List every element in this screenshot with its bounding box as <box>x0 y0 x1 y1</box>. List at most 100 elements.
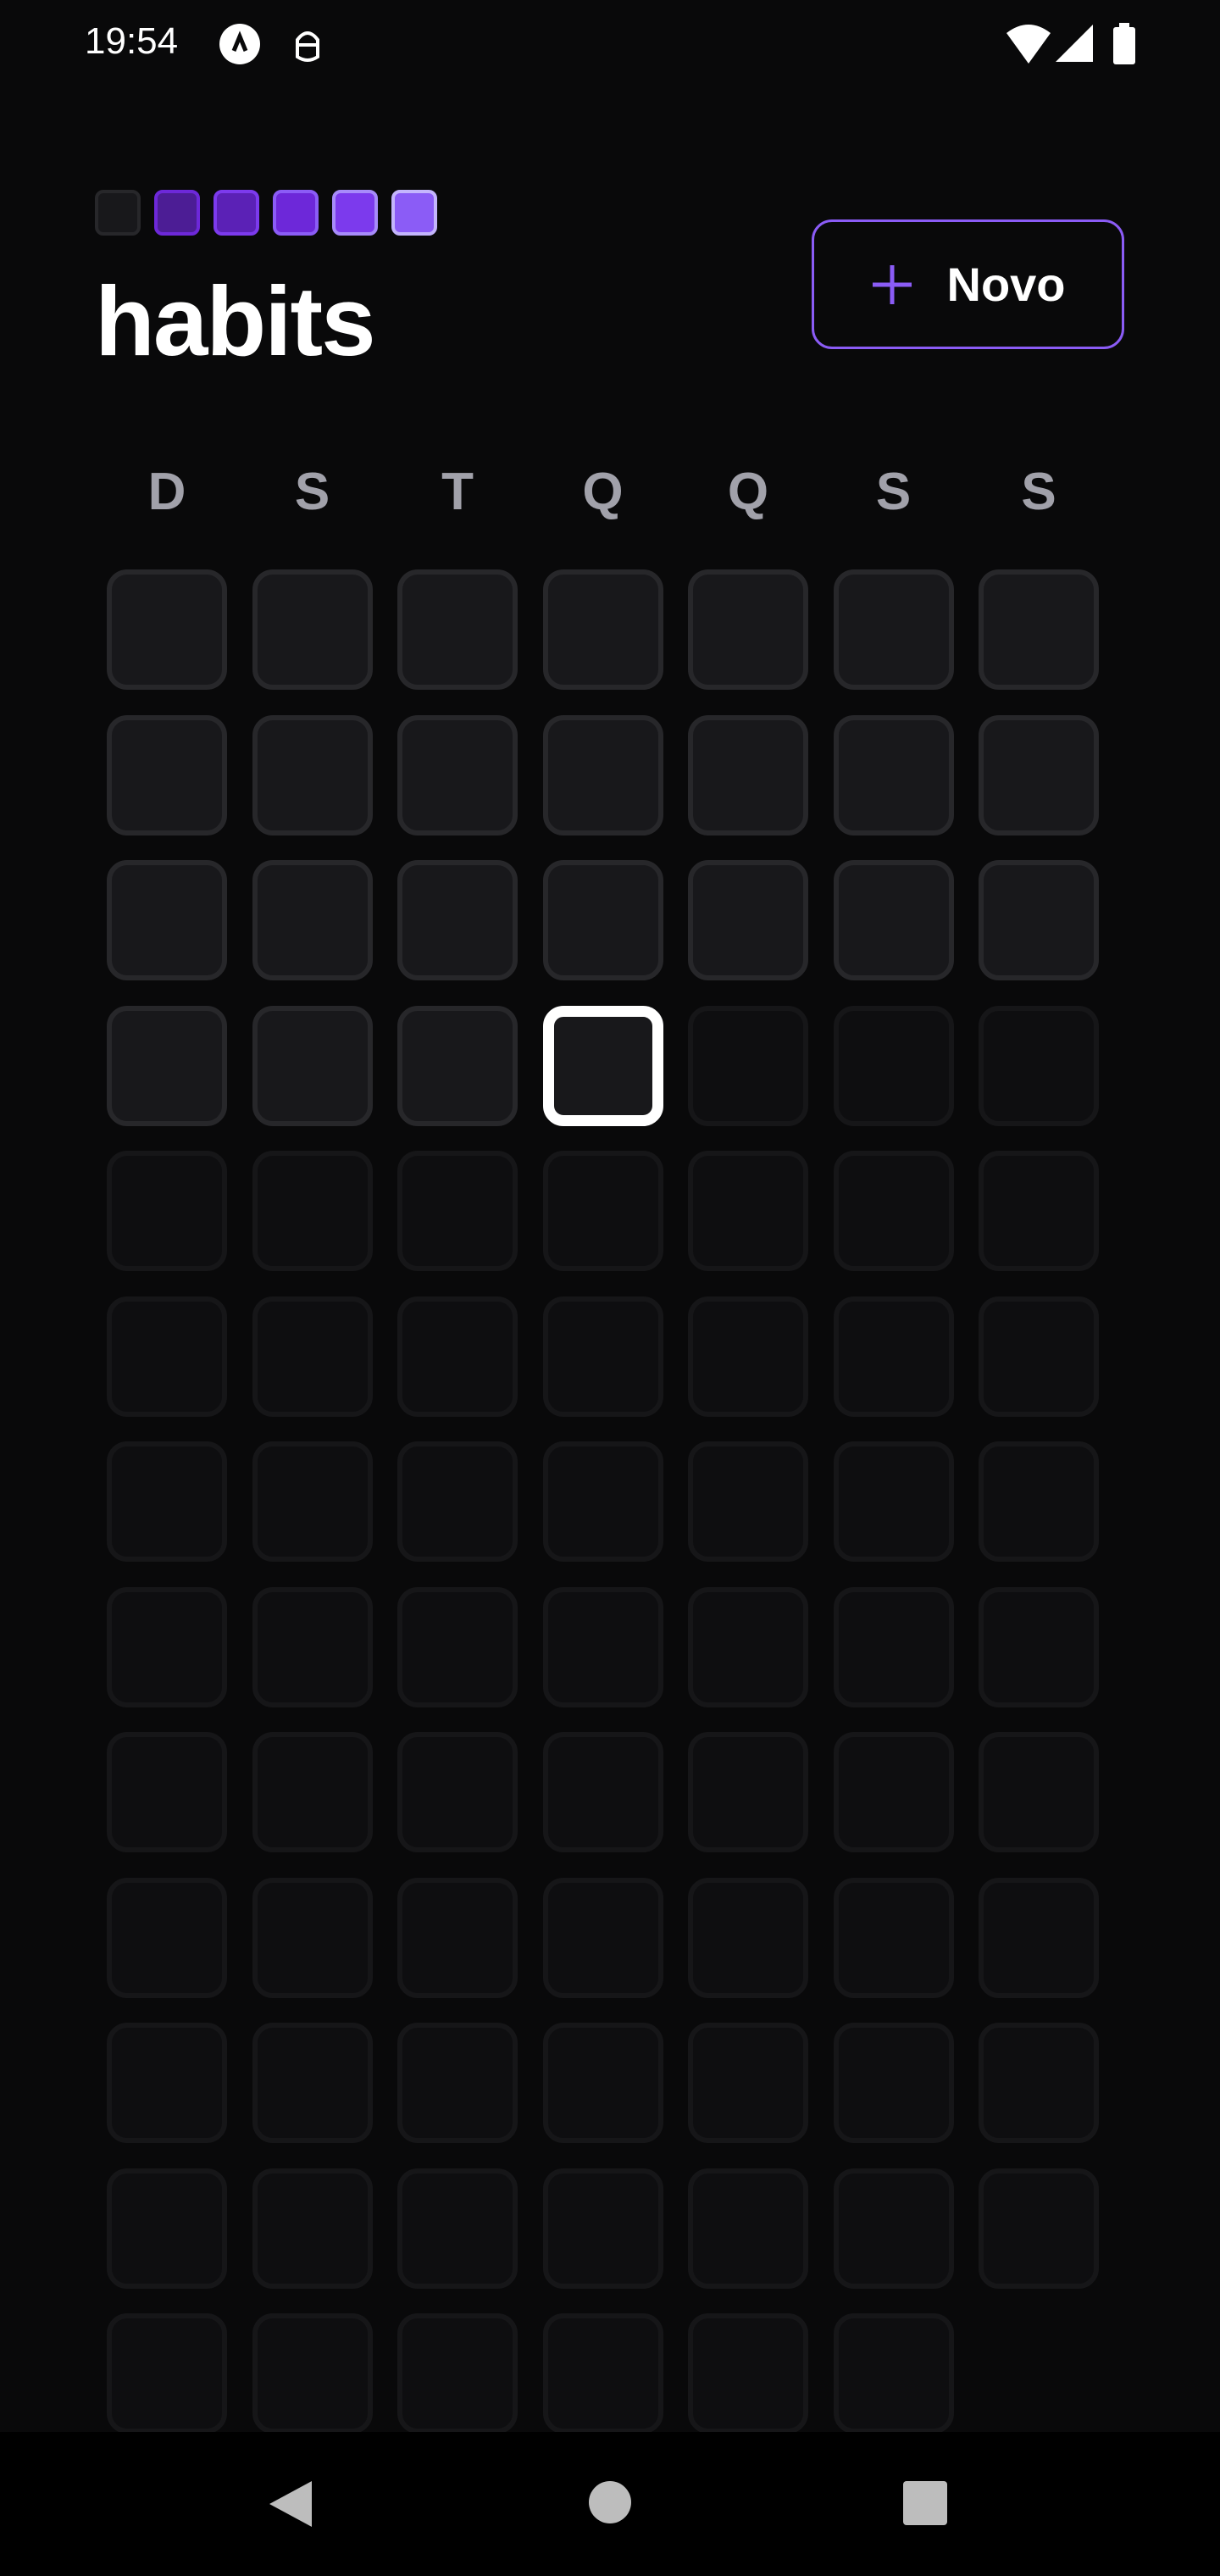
habit-day[interactable] <box>542 569 663 690</box>
habit-day[interactable] <box>542 1151 663 1271</box>
habit-day[interactable] <box>542 1732 663 1852</box>
habit-day[interactable] <box>397 1151 518 1271</box>
new-habit-button[interactable]: Novo <box>812 219 1124 349</box>
habit-day[interactable] <box>107 2023 227 2143</box>
habit-day[interactable] <box>542 1586 663 1707</box>
habit-day[interactable] <box>252 1005 373 1126</box>
habit-day[interactable] <box>688 2023 808 2143</box>
habit-day[interactable] <box>252 569 373 690</box>
legend-swatch <box>332 190 378 236</box>
habit-day[interactable] <box>688 1005 808 1126</box>
habit-day[interactable] <box>833 569 954 690</box>
habit-day[interactable] <box>107 2313 227 2434</box>
habit-day[interactable] <box>252 1732 373 1852</box>
habit-day[interactable] <box>542 860 663 980</box>
habit-day[interactable] <box>107 569 227 690</box>
habit-day[interactable] <box>252 2313 373 2434</box>
status-time: 19:54 <box>85 20 179 62</box>
habit-day[interactable] <box>107 714 227 836</box>
habit-day[interactable] <box>833 1441 954 1562</box>
habit-day[interactable] <box>397 2023 518 2143</box>
habit-day[interactable] <box>107 1296 227 1417</box>
habit-day[interactable] <box>397 1732 518 1852</box>
habit-day[interactable] <box>833 860 954 980</box>
habit-day[interactable] <box>107 1151 227 1271</box>
habit-day[interactable] <box>688 860 808 980</box>
habit-day[interactable] <box>397 714 518 836</box>
habit-day[interactable] <box>833 1877 954 1998</box>
habit-day[interactable] <box>979 1151 1099 1271</box>
habit-day[interactable] <box>252 1296 373 1417</box>
habit-day[interactable] <box>688 2313 808 2434</box>
habit-day[interactable] <box>979 1732 1099 1852</box>
habit-day[interactable] <box>688 2168 808 2289</box>
habit-day[interactable] <box>542 2168 663 2289</box>
habit-day[interactable] <box>397 1877 518 1998</box>
habit-day[interactable] <box>979 1586 1099 1707</box>
back-icon[interactable] <box>268 2479 313 2533</box>
habit-day[interactable] <box>542 1296 663 1417</box>
habit-day[interactable] <box>688 569 808 690</box>
habit-day[interactable] <box>979 860 1099 980</box>
habit-day[interactable] <box>252 2023 373 2143</box>
habit-day[interactable] <box>833 1586 954 1707</box>
habit-day[interactable] <box>542 714 663 836</box>
habit-day[interactable] <box>397 860 518 980</box>
habit-day[interactable] <box>688 1586 808 1707</box>
habit-day[interactable] <box>979 1296 1099 1417</box>
habit-day[interactable] <box>542 2313 663 2434</box>
habit-day[interactable] <box>397 1005 518 1126</box>
habit-day[interactable] <box>688 1296 808 1417</box>
habit-day[interactable] <box>688 1877 808 1998</box>
legend-swatch <box>273 190 319 236</box>
legend-swatch <box>391 190 437 236</box>
habit-day[interactable] <box>979 569 1099 690</box>
habit-day[interactable] <box>833 1732 954 1852</box>
habit-day[interactable] <box>107 1441 227 1562</box>
habit-day[interactable] <box>688 1732 808 1852</box>
habit-day[interactable] <box>688 1151 808 1271</box>
habit-day[interactable] <box>688 1441 808 1562</box>
habit-day[interactable] <box>252 714 373 836</box>
habit-day[interactable] <box>542 1441 663 1562</box>
habit-day[interactable] <box>107 1005 227 1126</box>
habit-day[interactable] <box>252 1441 373 1562</box>
habit-day[interactable] <box>542 1877 663 1998</box>
habit-day[interactable] <box>833 2313 954 2434</box>
habit-day[interactable] <box>107 860 227 980</box>
habit-day[interactable] <box>397 2168 518 2289</box>
status-bar: 19:54 <box>0 0 1220 85</box>
habit-day[interactable] <box>833 1005 954 1126</box>
habit-day[interactable] <box>252 860 373 980</box>
habit-day-today[interactable] <box>542 1005 663 1126</box>
habit-day[interactable] <box>542 2023 663 2143</box>
habit-day[interactable] <box>397 1586 518 1707</box>
habit-day[interactable] <box>252 1586 373 1707</box>
habit-day[interactable] <box>107 1732 227 1852</box>
habit-day[interactable] <box>833 2023 954 2143</box>
habit-day[interactable] <box>979 1877 1099 1998</box>
habit-day[interactable] <box>833 714 954 836</box>
habit-day[interactable] <box>979 1005 1099 1126</box>
habit-day[interactable] <box>107 1877 227 1998</box>
habit-day[interactable] <box>833 1296 954 1417</box>
habit-day[interactable] <box>397 569 518 690</box>
recents-icon[interactable] <box>903 2481 947 2529</box>
habit-day[interactable] <box>107 1586 227 1707</box>
habit-day[interactable] <box>397 2313 518 2434</box>
habit-day[interactable] <box>397 1296 518 1417</box>
habit-day[interactable] <box>688 714 808 836</box>
habit-day[interactable] <box>979 2168 1099 2289</box>
habit-day[interactable] <box>252 2168 373 2289</box>
habit-day[interactable] <box>979 714 1099 836</box>
habit-day[interactable] <box>979 1441 1099 1562</box>
habit-day[interactable] <box>252 1151 373 1271</box>
habit-day[interactable] <box>833 1151 954 1271</box>
legend-swatch <box>154 190 200 236</box>
habit-day[interactable] <box>252 1877 373 1998</box>
habit-day[interactable] <box>979 2023 1099 2143</box>
habit-day[interactable] <box>397 1441 518 1562</box>
home-icon[interactable] <box>588 2480 632 2529</box>
habit-day[interactable] <box>833 2168 954 2289</box>
habit-day[interactable] <box>107 2168 227 2289</box>
